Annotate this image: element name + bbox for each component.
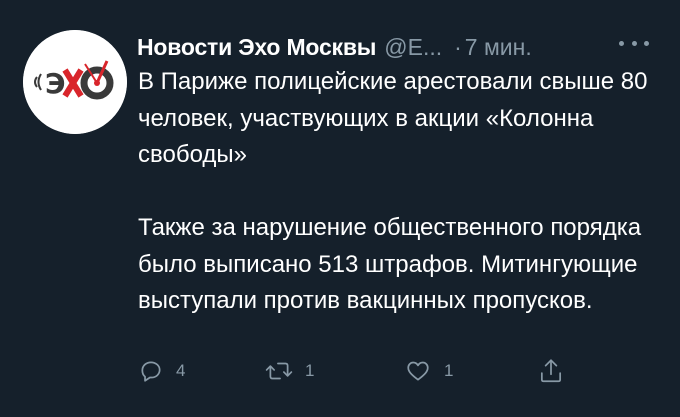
share-upload-icon (540, 359, 562, 383)
like-button[interactable]: 1 (404, 356, 453, 386)
ellipsis-icon (619, 40, 624, 46)
like-count: 1 (444, 361, 454, 380)
ellipsis-icon (631, 40, 637, 46)
more-options-button[interactable] (619, 37, 649, 49)
author-handle[interactable]: @Е... (384, 34, 442, 61)
tweet-paragraph: Также за нарушение общественного порядка… (138, 214, 642, 314)
tweet-text: В Париже полицейские арестовали свыше 80… (138, 64, 668, 320)
reply-count: 4 (176, 361, 186, 380)
header-separator: · (454, 33, 462, 60)
svg-text:Э: Э (45, 67, 66, 100)
tweet-actions: 4 1 1 (138, 356, 578, 386)
reply-button[interactable]: 4 (138, 356, 185, 386)
share-button[interactable] (538, 356, 564, 386)
speech-bubble-icon (141, 361, 161, 382)
retweet-count: 1 (305, 361, 315, 380)
avatar[interactable]: Э (23, 30, 127, 134)
tweet-timestamp[interactable]: 7 мин. (465, 34, 532, 61)
retweet-button[interactable]: 1 (265, 356, 314, 386)
tweet-header: Новости Эхо Москвы @Е... · 7 мин. (137, 32, 532, 62)
heart-icon (407, 361, 429, 381)
ellipsis-icon (644, 40, 649, 46)
retweet-arrows-icon (265, 362, 293, 380)
echo-logo-icon: Э (23, 30, 127, 134)
tweet-paragraph: В Париже полицейские арестовали свыше 80… (138, 68, 648, 168)
tweet-card[interactable]: Э Новости Эхо Москвы @Е... · 7 мин. В Па… (0, 0, 680, 417)
author-name[interactable]: Новости Эхо Москвы (137, 34, 376, 61)
